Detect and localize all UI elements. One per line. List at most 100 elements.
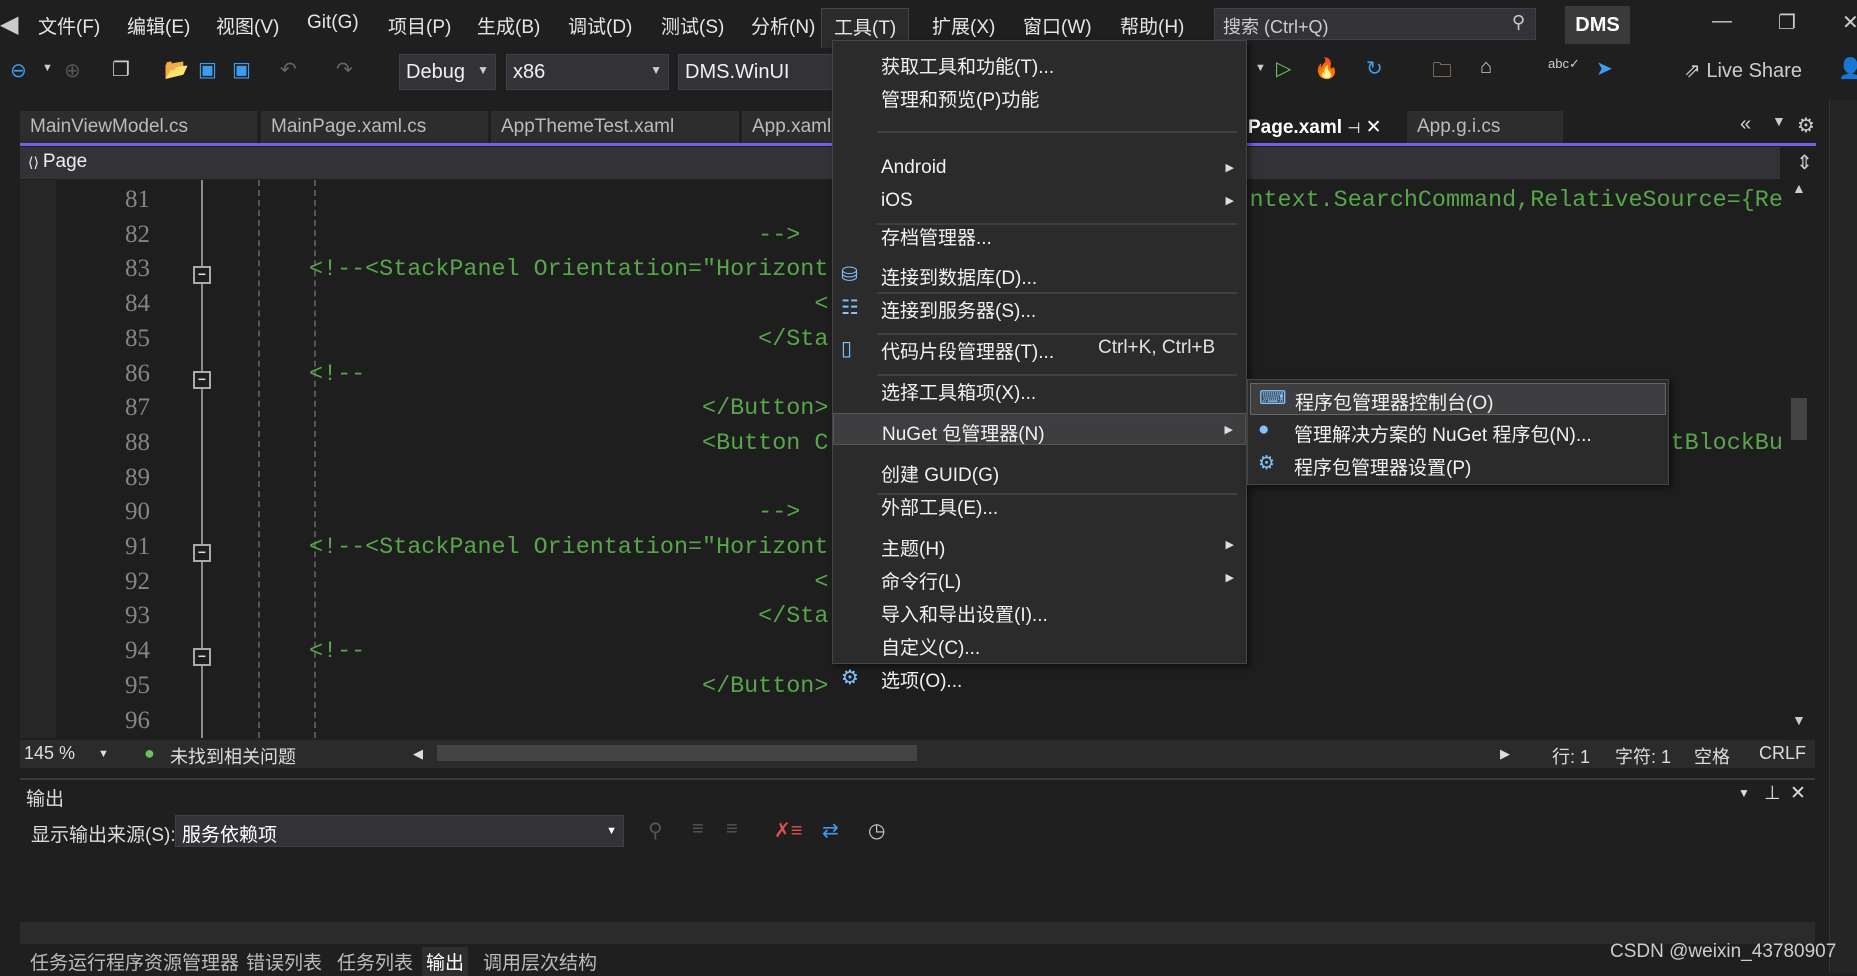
code-line[interactable]: </Button>: [309, 674, 828, 700]
menu-2[interactable]: 编辑(E): [127, 12, 190, 39]
code-line[interactable]: <!--<StackPanel Orientation="Horizont: [309, 257, 828, 283]
code-line[interactable]: <: [309, 292, 828, 318]
restore-button[interactable]: ❐: [1778, 10, 1796, 35]
menu-item-7[interactable]: ☷ 连接到服务器(S)...: [833, 291, 1246, 323]
back-icon[interactable]: ⊖: [10, 58, 27, 83]
tab-output[interactable]: 输出: [422, 947, 469, 976]
refresh-icon[interactable]: ↻: [1366, 56, 1383, 81]
account-icon[interactable]: 👤: [1838, 56, 1857, 81]
menu-item-10[interactable]: NuGet 包管理器(N) ▶: [833, 413, 1246, 445]
tab-mainviewmodel[interactable]: MainViewModel.cs: [20, 111, 257, 143]
menu-item-3[interactable]: Android ▶: [833, 152, 1246, 184]
tab-list-dropdown-icon[interactable]: ▼: [1772, 113, 1786, 129]
undo-icon[interactable]: ↶: [280, 57, 297, 82]
tab-call-hierarchy[interactable]: 调用层次结构: [479, 947, 601, 976]
menu-item-17[interactable]: ⚙ 选项(O)...: [833, 661, 1246, 693]
word-wrap-icon[interactable]: ⇄: [822, 818, 839, 843]
submenu-item-1[interactable]: ⌨ 程序包管理器控制台(O): [1250, 383, 1666, 415]
menu-8[interactable]: 测试(S): [661, 12, 724, 39]
menu-item-9[interactable]: 选择工具箱项(X)...: [833, 373, 1246, 405]
start-without-debug-icon[interactable]: ▷: [1276, 56, 1291, 81]
forward-icon[interactable]: ⊕: [64, 58, 81, 83]
output-horizontal-scrollbar[interactable]: [20, 922, 1815, 944]
search-input[interactable]: 搜索 (Ctrl+Q) ⚲: [1214, 8, 1536, 40]
tab-app-g-i-cs[interactable]: App.g.i.cs: [1407, 111, 1563, 143]
menu-12[interactable]: 窗口(W): [1023, 12, 1092, 39]
spell-check-icon[interactable]: abc✓: [1548, 56, 1580, 72]
solution-badge[interactable]: DMS: [1565, 6, 1630, 44]
hot-reload-icon[interactable]: 🔥: [1314, 56, 1339, 81]
output-text-area[interactable]: [20, 852, 1785, 922]
menu-4[interactable]: Git(G): [307, 12, 359, 34]
timestamp-icon[interactable]: ◷: [868, 818, 885, 843]
tab-task-runner-explorer[interactable]: 任务运行程序资源管理器: [26, 947, 243, 976]
startup-project-select[interactable]: DMS.WinUI: [678, 54, 838, 90]
output-source-select[interactable]: 服务依赖项 ▼: [175, 815, 624, 847]
save-icon[interactable]: ▣: [198, 57, 217, 82]
submenu-item-2[interactable]: ● 管理解决方案的 NuGet 程序包(N)...: [1250, 416, 1666, 448]
issues-status[interactable]: 未找到相关问题: [170, 743, 296, 769]
gear-icon[interactable]: ⚙: [1797, 113, 1815, 138]
whitespace-mode[interactable]: 空格: [1694, 743, 1730, 769]
code-line[interactable]: -->: [309, 500, 800, 526]
scroll-up-icon[interactable]: ▲: [1792, 180, 1806, 196]
tab-mainpage-xaml-cs[interactable]: MainPage.xaml.cs: [261, 111, 488, 143]
menu-item-6[interactable]: ⛁ 连接到数据库(D)...: [833, 258, 1246, 290]
find-in-folder-icon[interactable]: 🗀: [1432, 56, 1452, 90]
save-all-icon[interactable]: ▣: [232, 57, 251, 82]
menu-11[interactable]: 扩展(X): [932, 12, 995, 39]
char-number[interactable]: 字符: 1: [1615, 743, 1671, 769]
close-window-button[interactable]: ✕: [1842, 10, 1857, 35]
tab-task-list[interactable]: 任务列表: [333, 947, 417, 976]
previous-message-icon[interactable]: ≡: [692, 818, 704, 841]
menu-item-15[interactable]: 导入和导出设置(I)...: [833, 595, 1246, 627]
pin-icon[interactable]: ⊥: [1764, 782, 1781, 805]
menu-item-2[interactable]: 管理和预览(P)功能: [833, 80, 1246, 112]
code-line[interactable]: <: [309, 570, 828, 596]
menu-item-4[interactable]: iOS ▶: [833, 185, 1246, 217]
minimize-button[interactable]: —: [1712, 10, 1732, 33]
pin-icon[interactable]: ⊣: [1347, 120, 1360, 137]
code-line[interactable]: </Sta: [309, 327, 828, 353]
tab-app-xaml[interactable]: App.xaml: [742, 111, 842, 143]
live-share-button[interactable]: ⇗ Live Share: [1684, 58, 1802, 83]
menu-item-13[interactable]: 主题(H) ▶: [833, 529, 1246, 561]
menu-5[interactable]: 项目(P): [388, 12, 451, 39]
menu-item-11[interactable]: 创建 GUID(G): [833, 455, 1246, 487]
menu-item-1[interactable]: 获取工具和功能(T)...: [833, 47, 1246, 79]
scroll-tabs-left-icon[interactable]: «: [1740, 113, 1751, 136]
collapse-region-icon[interactable]: −: [193, 266, 211, 285]
scroll-right-icon[interactable]: ▶: [1500, 746, 1510, 762]
find-message-icon[interactable]: ⚲: [648, 818, 663, 843]
clear-all-icon[interactable]: ✗≡: [774, 818, 802, 843]
menu-3[interactable]: 视图(V): [216, 12, 279, 39]
open-folder-icon[interactable]: 📂: [164, 57, 189, 82]
browser-icon[interactable]: ⌂: [1480, 56, 1492, 79]
close-panel-icon[interactable]: ✕: [1790, 782, 1806, 805]
pointer-icon[interactable]: ➤: [1596, 56, 1613, 81]
scrollbar-thumb[interactable]: [1791, 398, 1807, 440]
line-ending[interactable]: CRLF: [1759, 743, 1806, 764]
menu-1[interactable]: 文件(F): [38, 12, 100, 39]
horizontal-scrollbar-thumb[interactable]: [437, 745, 917, 761]
panel-menu-icon[interactable]: ▼: [1738, 786, 1750, 800]
zoom-dropdown-icon[interactable]: ▼: [98, 748, 109, 760]
collapse-region-icon[interactable]: −: [193, 544, 211, 562]
scroll-left-icon[interactable]: ◀: [413, 746, 423, 762]
menu-item-8[interactable]: ▯ 代码片段管理器(T)... Ctrl+K, Ctrl+B: [833, 332, 1246, 364]
configuration-select[interactable]: Debug ▼: [399, 54, 496, 90]
code-line[interactable]: <!--: [309, 639, 365, 665]
split-editor-icon[interactable]: ⇕: [1796, 150, 1813, 175]
code-line[interactable]: </Button>: [309, 396, 828, 422]
menu-9[interactable]: 分析(N): [751, 12, 815, 39]
menu-13[interactable]: 帮助(H): [1120, 12, 1184, 39]
tab-error-list[interactable]: 错误列表: [242, 947, 326, 976]
back-dropdown-icon[interactable]: ▼: [42, 62, 53, 74]
line-number[interactable]: 行: 1: [1552, 743, 1590, 769]
collapse-region-icon[interactable]: −: [193, 370, 211, 389]
platform-select[interactable]: x86 ▼: [506, 54, 669, 90]
menu-item-16[interactable]: 自定义(C)...: [833, 628, 1246, 660]
new-project-icon[interactable]: ❐: [112, 57, 130, 82]
menu-6[interactable]: 生成(B): [477, 12, 540, 39]
close-tab-icon[interactable]: ✕: [1366, 117, 1382, 138]
